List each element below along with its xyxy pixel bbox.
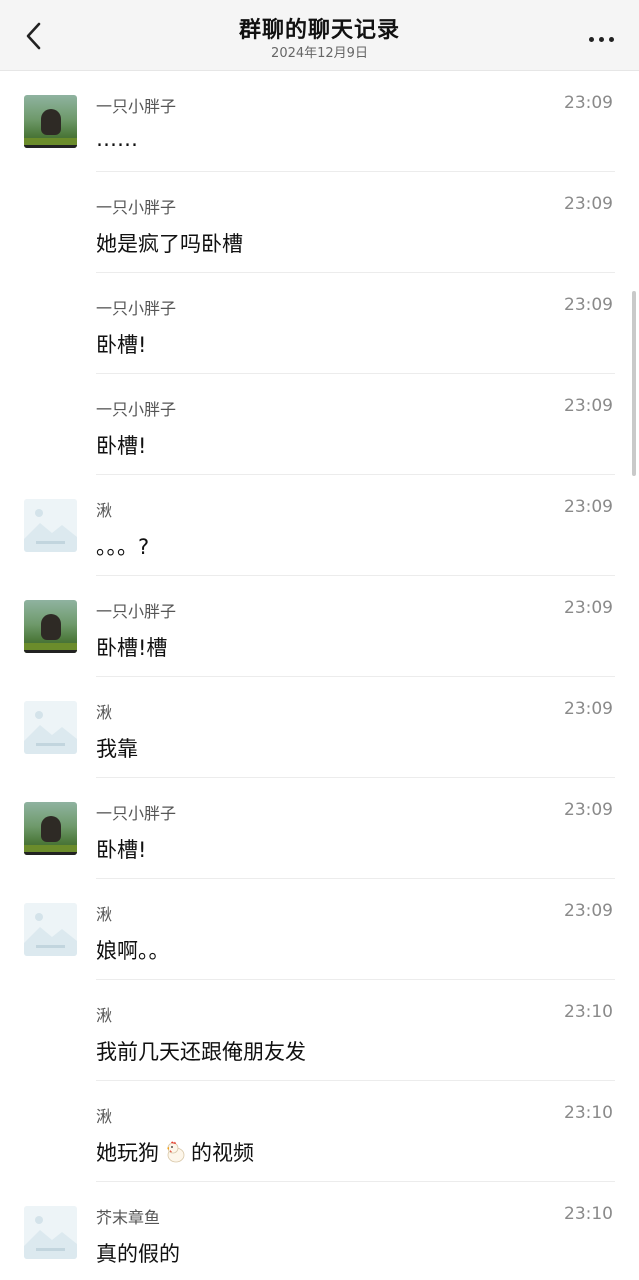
sender-name: 湫 bbox=[96, 905, 113, 924]
sender-name: 一只小胖子 bbox=[96, 400, 177, 419]
message-time: 23:10 bbox=[564, 1204, 613, 1224]
avatar[interactable] bbox=[24, 499, 77, 552]
more-dots-icon bbox=[586, 27, 616, 46]
message-item[interactable]: 一只小胖子 23:09 卧槽! bbox=[0, 273, 639, 374]
sender-name: 湫 bbox=[96, 703, 113, 722]
image-placeholder-icon bbox=[24, 903, 77, 956]
sender-name: 一只小胖子 bbox=[96, 198, 177, 217]
avatar[interactable] bbox=[24, 903, 77, 956]
page-title: 群聊的聊天记录 bbox=[238, 18, 400, 43]
message-time: 23:09 bbox=[564, 295, 613, 315]
sender-name: 芥末章鱼 bbox=[96, 1208, 161, 1227]
sender-name: 一只小胖子 bbox=[96, 602, 177, 621]
message-item[interactable]: 湫 23:09 娘啊。。 bbox=[0, 879, 639, 980]
image-placeholder-icon bbox=[24, 701, 77, 754]
page-date: 2024年12月9日 bbox=[271, 46, 368, 61]
message-text: 娘啊。。 bbox=[96, 939, 170, 963]
avatar[interactable] bbox=[24, 600, 77, 653]
avatar[interactable] bbox=[24, 701, 77, 754]
message-item[interactable]: 一只小胖子 23:09 卧槽!槽 bbox=[0, 576, 639, 677]
header-bar: 群聊的聊天记录 2024年12月9日 bbox=[0, 0, 639, 71]
message-item[interactable]: 湫 23:10 我前几天还跟俺朋友发 bbox=[0, 980, 639, 1081]
message-text: …… bbox=[96, 127, 138, 151]
message-text-part: 她玩狗 bbox=[96, 1141, 159, 1165]
message-time: 23:09 bbox=[564, 901, 613, 921]
message-item[interactable]: 芥末章鱼 23:10 真的假的 bbox=[0, 1182, 639, 1280]
avatar[interactable] bbox=[24, 802, 77, 855]
message-item[interactable]: 一只小胖子 23:09 她是疯了吗卧槽 bbox=[0, 172, 639, 273]
message-time: 23:09 bbox=[564, 194, 613, 214]
sender-name: 一只小胖子 bbox=[96, 804, 177, 823]
message-text: 她玩狗 的视频 bbox=[96, 1137, 254, 1167]
message-text: 我靠 bbox=[96, 737, 138, 761]
sender-name: 湫 bbox=[96, 1006, 113, 1025]
message-time: 23:09 bbox=[564, 93, 613, 113]
sender-name: 一只小胖子 bbox=[96, 97, 177, 116]
avatar[interactable] bbox=[24, 95, 77, 148]
message-time: 23:09 bbox=[564, 598, 613, 618]
message-text: 卧槽! bbox=[96, 333, 147, 357]
message-text: 卧槽! bbox=[96, 434, 147, 458]
message-time: 23:09 bbox=[564, 497, 613, 517]
message-text: 真的假的 bbox=[96, 1242, 180, 1266]
chat-history-screen: 群聊的聊天记录 2024年12月9日 一只小胖子 23:09 …… 一只小胖子 … bbox=[0, 0, 639, 1280]
message-text: 卧槽! bbox=[96, 838, 147, 862]
image-placeholder-icon bbox=[24, 499, 77, 552]
message-item[interactable]: 湫 23:09 。。。? bbox=[0, 475, 639, 576]
message-text-part: 的视频 bbox=[191, 1141, 254, 1165]
message-text: 我前几天还跟俺朋友发 bbox=[96, 1040, 306, 1064]
message-item[interactable]: 一只小胖子 23:09 …… bbox=[0, 71, 639, 172]
sender-name: 湫 bbox=[96, 1107, 113, 1126]
message-text: 。。。? bbox=[96, 535, 150, 559]
message-text: 她是疯了吗卧槽 bbox=[96, 232, 243, 256]
image-placeholder-icon bbox=[24, 1206, 77, 1259]
message-time: 23:09 bbox=[564, 396, 613, 416]
chicken-emoji-icon bbox=[167, 1141, 185, 1163]
message-text: 卧槽!槽 bbox=[96, 636, 168, 660]
message-item[interactable]: 一只小胖子 23:09 卧槽! bbox=[0, 374, 639, 475]
sender-name: 一只小胖子 bbox=[96, 299, 177, 318]
message-list[interactable]: 一只小胖子 23:09 …… 一只小胖子 23:09 她是疯了吗卧槽 一只小胖子… bbox=[0, 71, 639, 1280]
more-button[interactable] bbox=[579, 18, 623, 54]
message-time: 23:10 bbox=[564, 1103, 613, 1123]
avatar[interactable] bbox=[24, 1206, 77, 1259]
message-time: 23:10 bbox=[564, 1002, 613, 1022]
message-item[interactable]: 湫 23:10 她玩狗 的视频 bbox=[0, 1081, 639, 1182]
message-time: 23:09 bbox=[564, 699, 613, 719]
message-item[interactable]: 一只小胖子 23:09 卧槽! bbox=[0, 778, 639, 879]
message-item[interactable]: 湫 23:09 我靠 bbox=[0, 677, 639, 778]
message-time: 23:09 bbox=[564, 800, 613, 820]
sender-name: 湫 bbox=[96, 501, 113, 520]
